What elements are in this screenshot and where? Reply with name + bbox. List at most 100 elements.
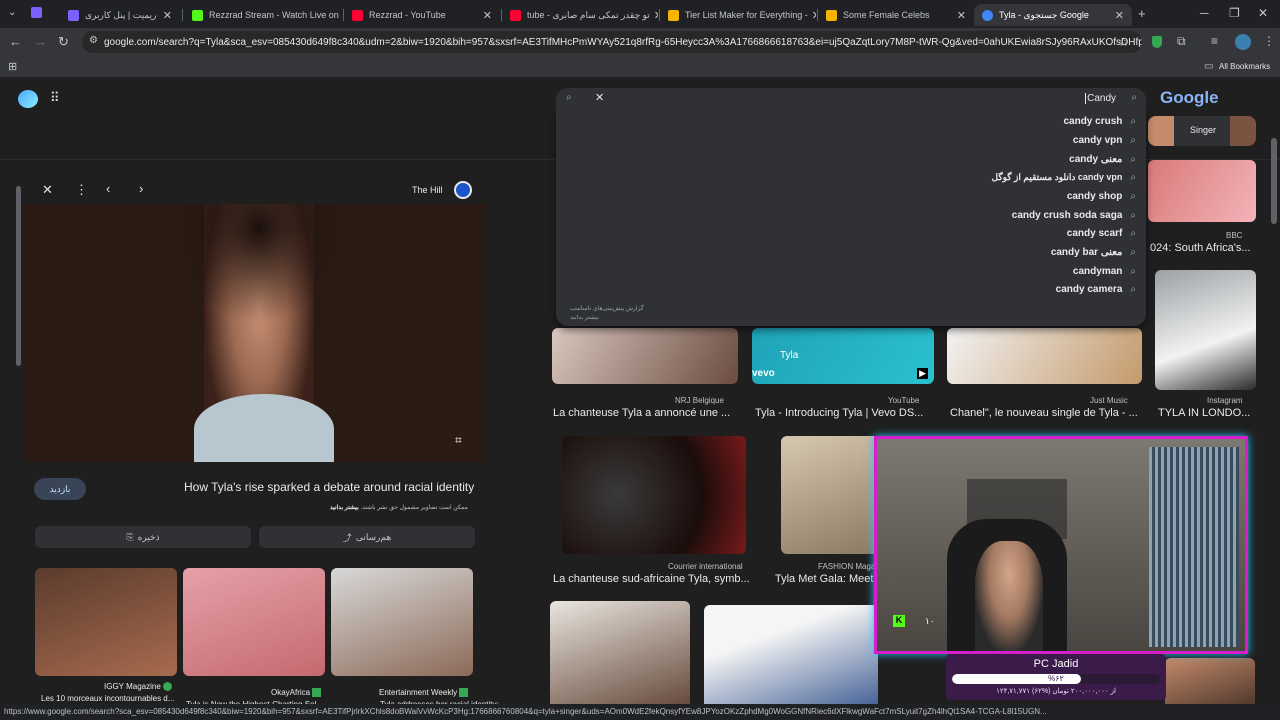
extensions-icon[interactable]: ⧉ [1177, 34, 1186, 49]
singer-chip[interactable]: Singer [1148, 116, 1256, 146]
tab-female-celebs[interactable]: Some Female Celebs ✕ [818, 4, 974, 26]
related-title[interactable]: Les 10 morceaux incontournables d... [41, 694, 174, 703]
image-result[interactable] [562, 436, 746, 554]
search-icon[interactable]: ⌕ [566, 92, 572, 103]
suggestion-item[interactable]: candy crush soda saga ⌕ [1012, 206, 1136, 224]
share-icon: ⤴ [342, 532, 352, 543]
image-result[interactable] [1155, 270, 1256, 390]
search-icon: ⌕ [1130, 265, 1136, 277]
tab-group-icon[interactable] [31, 7, 42, 18]
suggestion-item[interactable]: candy camera ⌕ [1056, 280, 1136, 298]
forward-icon[interactable]: → [34, 34, 47, 49]
search-icon: ⌕ [1130, 283, 1136, 295]
bookmarks-bar: ⊞ ▭ All Bookmarks [0, 56, 1280, 78]
google-logo[interactable]: Google [1160, 88, 1219, 108]
image-result[interactable] [781, 436, 881, 554]
vpn-extension-icon[interactable] [1152, 36, 1162, 48]
window-close-icon[interactable]: ✕ [1258, 6, 1268, 20]
tab-title: Tyla - جستجوی Google [999, 9, 1089, 20]
tab-remit[interactable]: ریمیت | پنل کاربری ✕ [60, 4, 180, 26]
result-title[interactable]: Tyla - Introducing Tyla | Vevo DS... [755, 407, 923, 419]
site-info-icon[interactable]: ⚙ [89, 35, 98, 46]
search-query[interactable]: Candy [1085, 93, 1116, 104]
menu-dots-icon[interactable]: ⋮ [1263, 34, 1275, 48]
close-icon[interactable]: ✕ [159, 9, 172, 22]
learn-more-link[interactable]: بیشتر بدانید [570, 314, 599, 321]
bookmark-star-icon[interactable]: ☆ [1118, 35, 1129, 49]
close-icon[interactable]: ✕ [479, 9, 492, 22]
minimize-icon[interactable]: ─ [1200, 6, 1209, 20]
result-title[interactable]: La chanteuse Tyla a annoncé une ... [553, 407, 730, 419]
result-title[interactable]: Tyla Met Gala: Meet t... [775, 573, 889, 585]
tab-title: tube - تو چقدر تمکی سام صابری [527, 9, 650, 20]
page-scrollbar[interactable] [1271, 138, 1277, 224]
notice-link[interactable]: بیشتر بدانید [330, 505, 359, 511]
tab-search-icon[interactable]: ⌄ [8, 7, 16, 18]
panel-scrollbar[interactable] [16, 186, 21, 366]
image-result[interactable]: Tyla vevo ▶ [752, 328, 934, 384]
suggestion-item[interactable]: candy vpn ⌕ [1073, 131, 1136, 149]
suggestion-item[interactable]: دانلود مستقیم از گوگل candy vpn ⌕ [992, 168, 1136, 186]
related-image[interactable] [331, 568, 473, 676]
hero-hair [174, 204, 344, 324]
preview-image[interactable]: ⌗ [24, 204, 486, 462]
apps-grid-icon[interactable]: ⠿ [50, 90, 60, 106]
previous-icon[interactable]: ‹ [106, 181, 110, 196]
result-title[interactable]: Chanel", le nouveau single de Tyla - ... [950, 407, 1138, 419]
clear-search-icon[interactable]: ✕ [595, 91, 604, 104]
tyla-label: Tyla [780, 350, 799, 361]
result-title[interactable]: La chanteuse sud-africaine Tyla, symb... [553, 573, 750, 585]
address-bar[interactable]: ⚙ google.com/search?q=Tyla&sca_esv=08543… [82, 31, 1142, 53]
more-options-icon[interactable]: ⋮ [75, 182, 88, 198]
back-icon[interactable]: ← [9, 34, 22, 49]
suggestion-item[interactable]: candy bar معنی ⌕ [1051, 243, 1136, 261]
close-icon[interactable]: ✕ [650, 9, 658, 22]
suggestion-item[interactable]: candy scarf ⌕ [1067, 224, 1136, 242]
visit-button[interactable]: بازدید [34, 478, 86, 500]
tab-title: ریمیت | پنل کاربری [85, 9, 157, 20]
autocomplete-suggestions: candy crush ⌕ candy vpn ⌕ candy معنی ⌕ دانل… [556, 110, 1146, 326]
webcam-curtain [1149, 447, 1239, 647]
tab-tier-list[interactable]: Tier List Maker for Everything - ✕ [660, 4, 816, 26]
suggestion-item[interactable]: candyman ⌕ [1073, 262, 1136, 280]
tab-google-tyla[interactable]: Tyla - جستجوی Google ✕ [974, 4, 1132, 26]
save-button[interactable]: ⎘ ذخیره [35, 526, 251, 548]
image-result[interactable] [552, 328, 738, 384]
close-icon[interactable]: ✕ [808, 9, 816, 22]
related-image[interactable] [183, 568, 325, 676]
copyright-notice: ممکن است تصاویر مشمول حق نشر باشند. بیشت… [330, 504, 468, 511]
close-icon[interactable]: ✕ [42, 182, 53, 198]
close-icon[interactable]: ✕ [1111, 9, 1124, 22]
close-icon[interactable]: ✕ [953, 9, 966, 22]
next-icon[interactable]: › [139, 181, 143, 196]
tab-kick-stream[interactable]: Rezzrad Stream - Watch Live on ✕ [184, 4, 342, 26]
reload-icon[interactable]: ↻ [58, 34, 69, 50]
related-image[interactable] [35, 568, 177, 676]
search-box[interactable]: ⌕ ✕ Candy ⌕ [556, 88, 1146, 110]
google-lens-logo[interactable] [18, 90, 38, 108]
all-bookmarks-link[interactable]: All Bookmarks [1219, 62, 1270, 71]
result-title[interactable]: 024: South Africa's... [1150, 242, 1251, 254]
lens-search-icon[interactable]: ⌗ [455, 433, 462, 448]
restore-icon[interactable]: ❐ [1229, 6, 1240, 20]
suggestion-item[interactable]: candy crush ⌕ [1063, 112, 1136, 130]
media-controls-icon[interactable]: ≡ [1211, 34, 1218, 48]
image-result[interactable] [704, 605, 878, 720]
close-icon[interactable]: ✕ [339, 9, 342, 22]
result-title[interactable]: TYLA IN LONDO... [1158, 407, 1250, 419]
tab-youtube-video[interactable]: tube - تو چقدر تمکی سام صابری ✕ [502, 4, 658, 26]
suggestion-item[interactable]: candy shop ⌕ [1067, 187, 1136, 205]
report-predictions-link[interactable]: گزارش پیش‌بینی‌های نامناسب [570, 305, 644, 312]
suggestion-item[interactable]: candy معنی ⌕ [1069, 150, 1136, 168]
image-result[interactable] [1148, 160, 1256, 222]
preview-headline[interactable]: How Tyla's rise sparked a debate around … [184, 480, 474, 494]
apps-grid-icon[interactable]: ⊞ [8, 60, 17, 73]
image-result[interactable] [550, 601, 690, 720]
tab-youtube-rezzrad[interactable]: Rezzrad - YouTube ✕ [344, 4, 500, 26]
image-result[interactable] [947, 328, 1142, 384]
new-tab-icon[interactable]: + [1138, 6, 1146, 21]
search-submit-icon[interactable]: ⌕ [1131, 92, 1137, 103]
share-button[interactable]: ⤴ هم‌رسانی [259, 526, 475, 548]
search-icon: ⌕ [1130, 171, 1136, 183]
profile-avatar[interactable] [1235, 34, 1251, 50]
